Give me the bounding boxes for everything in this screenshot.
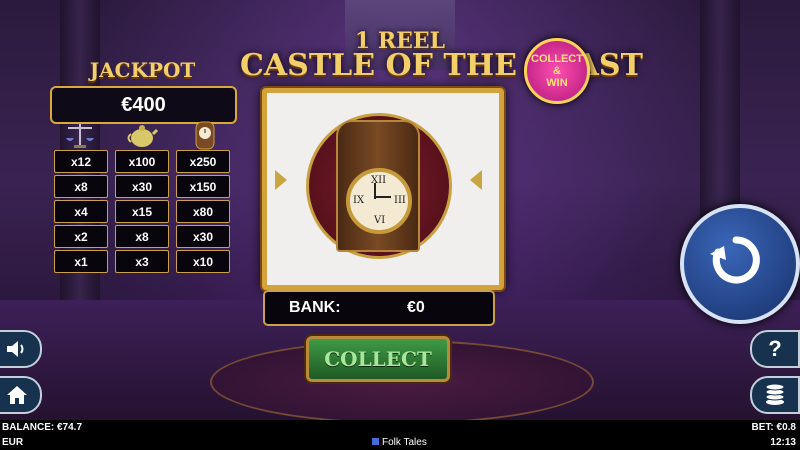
coins-icon <box>765 383 785 405</box>
clock-minute-hand <box>375 196 391 198</box>
scales-icon <box>66 124 94 148</box>
bank-label: BANK: <box>289 299 341 316</box>
status-bar: BALANCE: €74.7 EUR Folk Tales BET: €0.8 … <box>0 420 800 450</box>
paytable-cell: x80 <box>176 200 230 223</box>
clock-numeral: VI <box>374 215 386 226</box>
jackpot-value: €400 <box>50 86 237 124</box>
bet-settings-button[interactable] <box>750 376 800 414</box>
reel-arrow-right-icon <box>470 170 482 190</box>
currency-code: EUR <box>2 437 24 448</box>
paytable-cell: x15 <box>115 200 169 223</box>
badge-word: & <box>553 65 561 77</box>
home-button[interactable] <box>0 376 42 414</box>
badge-word: COLLECT <box>531 53 583 65</box>
speaker-icon <box>7 341 24 357</box>
paytable-cell: x30 <box>115 175 169 198</box>
clock-icon <box>195 121 215 150</box>
brand-text: Folk Tales <box>382 437 427 448</box>
balance-display: BALANCE: €74.7 <box>2 422 83 433</box>
paytable-cell: x100 <box>115 150 169 173</box>
paytable-cell: x1 <box>54 250 108 273</box>
reel-arrow-left-icon <box>275 170 287 190</box>
time-display: 12:13 <box>770 437 796 448</box>
sound-button[interactable] <box>0 330 42 368</box>
title-line2: CASTLE OF THE BEAST <box>240 48 643 83</box>
brand-logo-icon <box>372 438 379 445</box>
jackpot-label: JACKPOT <box>89 58 196 82</box>
clock-face: XII III VI IX <box>346 168 412 234</box>
paytable-cell: x30 <box>176 225 230 248</box>
clock-numeral: III <box>394 195 406 206</box>
bank-display: BANK: €0 <box>263 290 495 326</box>
paytable-cell: x8 <box>115 225 169 248</box>
bet-display: BET: €0.8 <box>751 422 796 433</box>
paytable-cell: x4 <box>54 200 108 223</box>
paytable-cell: x3 <box>115 250 169 273</box>
paytable-cell: x2 <box>54 225 108 248</box>
bank-value: €0 <box>407 299 425 316</box>
clock-numeral: IX <box>353 195 365 206</box>
paytable-cell: x250 <box>176 150 230 173</box>
paytable-cell: x150 <box>176 175 230 198</box>
teapot-icon <box>127 125 158 147</box>
badge-word: WIN <box>546 77 568 89</box>
collect-button[interactable]: COLLECT <box>306 336 450 382</box>
paytable-cell: x10 <box>176 250 230 273</box>
paytable-cell: x8 <box>54 175 108 198</box>
brand-label: Folk Tales <box>372 437 427 448</box>
help-button[interactable]: ? <box>750 330 800 368</box>
collect-and-win-badge: COLLECT & WIN <box>524 38 590 104</box>
question-icon: ? <box>768 336 782 361</box>
home-icon <box>7 386 27 404</box>
paytable-cell: x12 <box>54 150 108 173</box>
spin-arrow-icon <box>710 236 760 284</box>
spin-button[interactable] <box>680 204 800 324</box>
